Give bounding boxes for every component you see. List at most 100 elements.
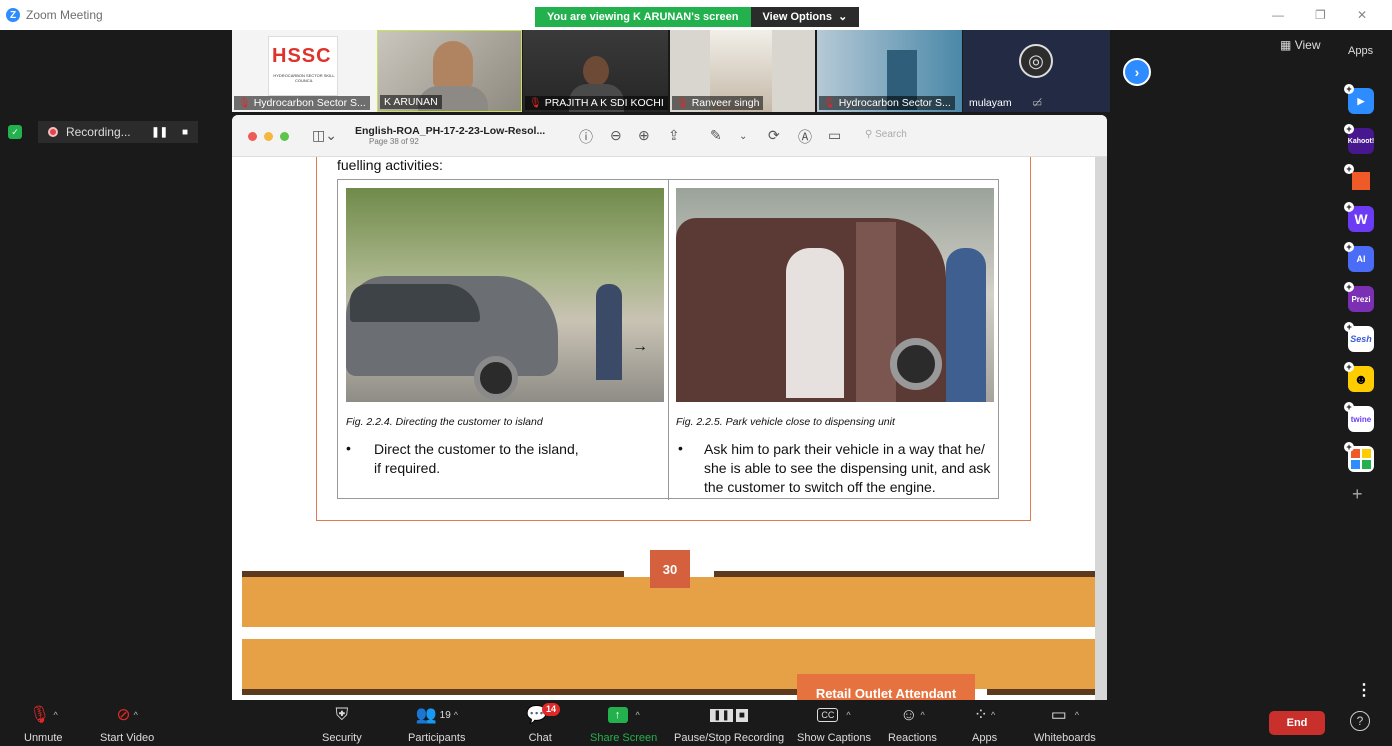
close-window-icon[interactable] <box>248 132 257 141</box>
pause-recording-icon[interactable]: ❚❚ <box>151 127 168 138</box>
stop-recording-icon: ■ <box>735 708 748 722</box>
zoom-logo-icon: Z <box>6 8 20 22</box>
bullet-text-right-1: Ask him to park their vehicle in a way t… <box>704 441 985 457</box>
whiteboards-button[interactable]: ▭ ^ Whiteboards <box>1034 704 1096 744</box>
grid-view-icon: ▦ <box>1280 38 1292 52</box>
form-fill-icon[interactable]: ▭ <box>828 127 841 144</box>
apps-button[interactable]: ⁘ ^ Apps <box>972 704 997 744</box>
bullet-text-left-2: if required. <box>374 460 441 476</box>
end-meeting-button[interactable]: End <box>1269 711 1325 735</box>
chevron-up-icon[interactable]: ^ <box>921 710 925 720</box>
participant-tile-ranveer[interactable]: 🎙 Ranveer singh <box>670 30 815 112</box>
sidebar-toggle-icon[interactable]: ◫⌄ <box>312 127 337 144</box>
stop-recording-icon[interactable]: ■ <box>182 127 188 138</box>
app-twine-icon[interactable]: + twine <box>1344 402 1374 432</box>
chevron-up-icon[interactable]: ^ <box>1070 710 1079 720</box>
app-title: Z Zoom Meeting <box>6 8 103 22</box>
recording-bar: ✓ Recording... ❚❚ ■ <box>8 121 198 143</box>
participant-label: mulayam ▭̸ <box>969 97 1043 109</box>
info-icon[interactable]: ⓘ <box>579 127 593 147</box>
app-quiz-ai-icon[interactable]: + AI <box>1344 242 1374 272</box>
recording-indicator: Recording... ❚❚ ■ <box>38 121 198 143</box>
participant-video <box>583 56 609 86</box>
zoom-out-icon[interactable]: ⊖ <box>610 127 622 144</box>
photo-person <box>786 248 844 398</box>
view-button[interactable]: ▦ View <box>1280 38 1320 52</box>
chevron-up-icon[interactable]: ^ <box>134 710 138 720</box>
participant-tile-hssc-2[interactable]: 🎙 Hydrocarbon Sector S... <box>817 30 962 112</box>
zoom-window-icon[interactable] <box>280 132 289 141</box>
video-off-icon: ▭̸ <box>1032 97 1043 109</box>
participant-tile-mulayam[interactable]: ◎ mulayam ▭̸ <box>963 30 1110 112</box>
photo-car-door <box>856 222 896 402</box>
chevron-up-icon[interactable]: ^ <box>841 710 850 720</box>
security-button[interactable]: ⛨ Security <box>322 704 362 744</box>
start-video-button[interactable]: ⊘ ^ Start Video <box>100 704 154 744</box>
view-options-button[interactable]: View Options ⌄ <box>750 7 860 27</box>
mic-muted-icon: 🎙 <box>28 705 51 724</box>
add-app-icon[interactable]: + <box>1352 484 1363 505</box>
chevron-down-icon: ⌄ <box>838 11 848 23</box>
next-participants-button[interactable]: › <box>1123 58 1151 86</box>
reactions-button[interactable]: ☺ ^ Reactions <box>888 704 937 744</box>
bullet-text-right-3: the customer to switch off the engine. <box>704 479 936 495</box>
app-blocks-icon[interactable]: + <box>1344 442 1374 472</box>
end-label: End <box>1286 717 1308 729</box>
close-icon[interactable]: ✕ <box>1357 8 1367 22</box>
restore-icon[interactable]: ❐ <box>1315 8 1326 22</box>
hssc-logo-text: HSSC <box>272 45 332 67</box>
chevron-up-icon[interactable]: ^ <box>454 710 458 720</box>
app-sesh-icon[interactable]: + Sesh <box>1344 322 1374 352</box>
search-placeholder: Search <box>875 129 907 140</box>
meeting-toolbar: 🎙 ^ Unmute ⊘ ^ Start Video ⛨ Security 👥 19 ^… <box>0 700 1392 746</box>
annotate-icon[interactable]: Ⓐ <box>798 127 812 147</box>
share-screen-button[interactable]: ↑ ^ Share Screen <box>590 704 657 744</box>
app-wooclap-icon[interactable]: + W <box>1344 202 1374 232</box>
obs-logo-icon: ◎ <box>1019 44 1053 78</box>
show-captions-button[interactable]: CC ^ Show Captions <box>797 704 871 744</box>
photo-wheel <box>474 356 518 400</box>
pause-stop-recording-button[interactable]: ❚❚ ■ Pause/Stop Recording <box>674 704 784 744</box>
mic-muted-icon: 🎙 <box>676 97 689 109</box>
participant-label: 🎙 Hydrocarbon Sector S... <box>819 96 955 110</box>
zoom-in-icon[interactable]: ⊕ <box>638 127 650 144</box>
security-label: Security <box>322 732 362 744</box>
pdf-page: fuelling activities: → Fig. 2.2.4. Direc… <box>242 157 1095 703</box>
photo-attendant <box>946 248 986 402</box>
app-pointer-icon[interactable]: + ▶ <box>1344 84 1374 114</box>
participants-button[interactable]: 👥 19 ^ Participants <box>408 704 465 744</box>
document-title: English-ROA_PH-17-2-23-Low-Resol... <box>355 125 546 137</box>
chevron-up-icon[interactable]: ^ <box>631 710 640 720</box>
app-emoji-icon[interactable]: + ☻ <box>1344 362 1374 392</box>
app-prezi-icon[interactable]: + Prezi <box>1344 282 1374 312</box>
rotate-icon[interactable]: ⟳ <box>768 127 780 144</box>
app-miro-icon[interactable]: + <box>1344 164 1374 194</box>
document-scrollbar[interactable] <box>1095 157 1107 703</box>
share-screen-label: Share Screen <box>590 732 658 744</box>
participant-tile-k-arunan[interactable]: K ARUNAN <box>377 30 522 112</box>
chevron-right-icon: › <box>1134 64 1140 80</box>
chevron-up-icon[interactable]: ^ <box>991 710 995 720</box>
minimize-icon[interactable]: — <box>1272 8 1284 22</box>
share-screen-icon: ↑ <box>607 707 628 723</box>
minimize-window-icon[interactable] <box>264 132 273 141</box>
chat-unread-badge: 14 <box>542 703 561 716</box>
participant-tile-prajith[interactable]: 🎙 PRAJITH A K SDI KOCHI <box>523 30 668 112</box>
next-page-title: Retail Outlet Attendant <box>797 674 975 703</box>
chevron-up-icon[interactable]: ^ <box>53 710 57 720</box>
more-options-icon[interactable]: ⋮ <box>1356 680 1372 700</box>
zoom-window: Z Zoom Meeting You are viewing K ARUNAN'… <box>0 0 1392 746</box>
help-icon[interactable]: ? <box>1350 711 1370 731</box>
document-search-field[interactable]: ⚲ Search <box>865 129 907 140</box>
share-icon[interactable]: ⇪ <box>668 127 680 144</box>
mic-muted-icon: 🎙 <box>823 97 836 109</box>
chevron-down-icon[interactable]: ⌄ <box>739 131 747 142</box>
unmute-button[interactable]: 🎙 ^ Unmute <box>24 704 63 744</box>
participant-label: 🎙 Hydrocarbon Sector S... <box>234 96 370 110</box>
participant-tile-hssc-1[interactable]: HSSC HYDROCARBON SECTOR SKILL COUNCIL 🎙 H… <box>232 30 377 112</box>
pause-recording-icon: ❚❚ <box>710 708 733 722</box>
search-icon: ⚲ <box>865 129 873 140</box>
app-kahoot-icon[interactable]: + Kahoot! <box>1344 124 1374 154</box>
app-title-text: Zoom Meeting <box>26 8 103 22</box>
markup-pen-icon[interactable]: ✎ <box>710 127 722 144</box>
